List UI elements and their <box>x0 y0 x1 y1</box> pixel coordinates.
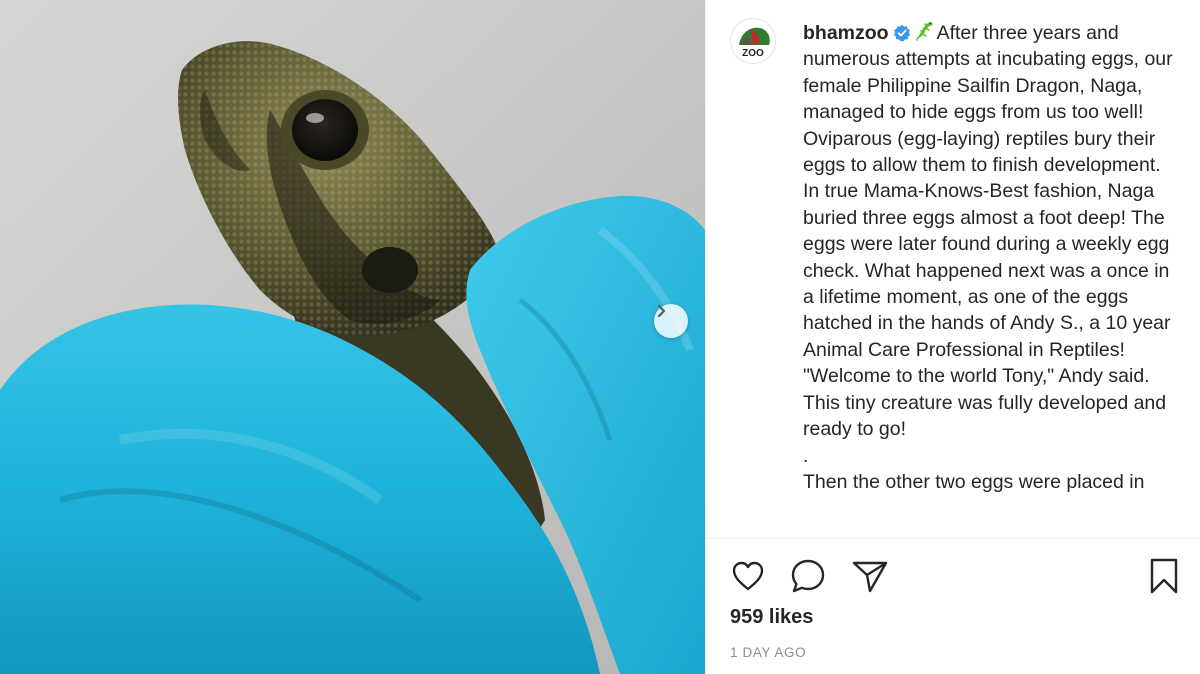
next-image-button[interactable] <box>654 304 688 338</box>
lizard-emoji <box>915 20 935 42</box>
post-actions <box>726 556 1186 596</box>
heart-icon <box>728 561 768 600</box>
username-link[interactable]: bhamzoo <box>803 22 889 44</box>
zoo-logo-icon: ZOO <box>731 19 775 63</box>
share-button[interactable] <box>850 556 890 596</box>
comment-icon <box>788 559 828 600</box>
verified-badge-icon <box>893 23 911 42</box>
bookmark-icon <box>1144 558 1184 600</box>
avatar[interactable]: ZOO <box>730 18 776 64</box>
svg-text:ZOO: ZOO <box>742 48 764 59</box>
section-divider <box>706 538 1200 539</box>
caption-text: After three years and numerous attempts … <box>803 22 1173 493</box>
lizard-photo <box>0 0 705 674</box>
like-count[interactable]: 959 likes <box>730 606 813 629</box>
post-timestamp[interactable]: 1 DAY AGO <box>730 645 806 660</box>
post-image[interactable] <box>0 0 705 674</box>
post-caption: bhamzoo After three years and numerous at… <box>803 20 1173 495</box>
send-icon <box>850 561 890 600</box>
comment-button[interactable] <box>788 556 828 596</box>
caption-area: ZOO bhamzoo After three years and numerou… <box>706 0 1200 538</box>
save-button[interactable] <box>1144 556 1184 596</box>
like-button[interactable] <box>728 556 768 596</box>
post-details-panel: ZOO bhamzoo After three years and numerou… <box>706 0 1200 674</box>
